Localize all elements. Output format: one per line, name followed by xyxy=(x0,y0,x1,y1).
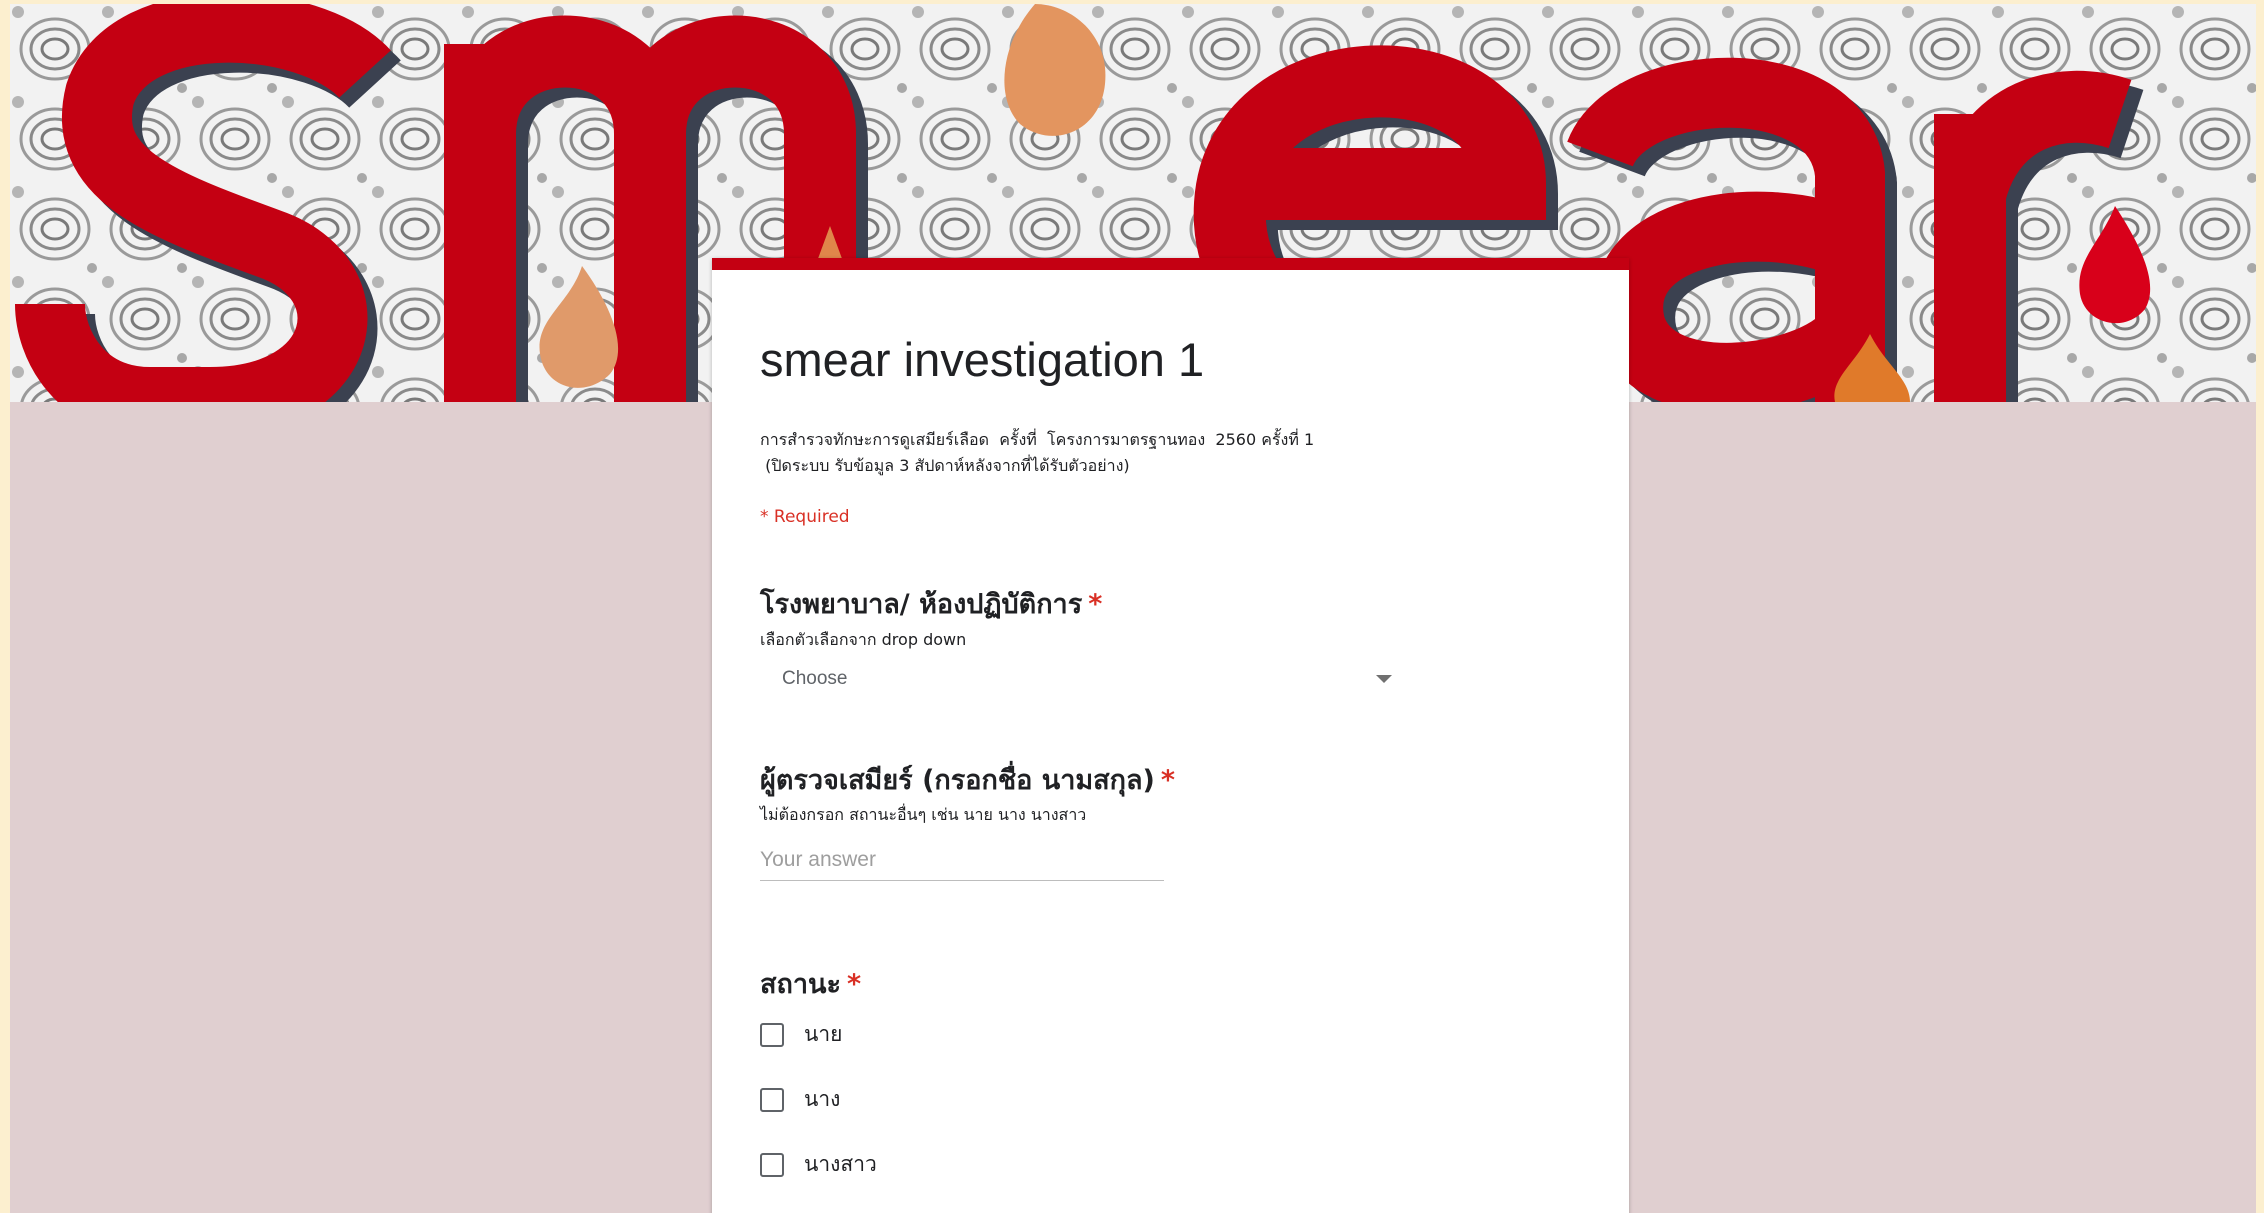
status-option-mrs[interactable]: นาง xyxy=(760,1083,840,1116)
form-card: smear investigation 1 การสำรวจทักษะการดู… xyxy=(712,258,1629,1213)
checkbox[interactable] xyxy=(760,1022,784,1047)
required-star: * xyxy=(846,969,862,1000)
form-description-line: (ปิดระบบ รับข้อมูล 3 สัปดาห์หลังจากที่ได… xyxy=(760,456,1130,475)
question-examiner-title: ผู้ตรวจเสมียร์ (กรอกชื่อ นามสกุล) * xyxy=(760,758,1175,801)
form-description: การสำรวจทักษะการดูเสมียร์เลือด ครั้งที่ … xyxy=(760,427,1314,479)
required-star: * xyxy=(1160,765,1176,796)
option-label: นางสาว xyxy=(804,1152,877,1176)
hospital-dropdown[interactable]: Choose xyxy=(760,657,1420,701)
page-background: smear investigation 1 การสำรวจทักษะการดู… xyxy=(10,4,2256,1213)
question-title-text: ผู้ตรวจเสมียร์ (กรอกชื่อ นามสกุล) xyxy=(760,765,1155,796)
status-option-miss[interactable]: นางสาว xyxy=(760,1148,877,1181)
status-option-mr[interactable]: นาย xyxy=(760,1018,842,1051)
dropdown-selected-label: Choose xyxy=(782,668,848,689)
form-title: smear investigation 1 xyxy=(760,333,1205,386)
required-star: * xyxy=(1088,589,1103,620)
question-status-title: สถานะ * xyxy=(760,962,861,1005)
question-hospital-help: เลือกตัวเลือกจาก drop down xyxy=(760,630,967,649)
checkbox[interactable] xyxy=(760,1152,784,1177)
examiner-name-input[interactable] xyxy=(760,840,1164,881)
dropdown-arrow-icon xyxy=(1376,675,1392,683)
form-description-line: การสำรวจทักษะการดูเสมียร์เลือด ครั้งที่ … xyxy=(760,430,1315,449)
option-label: นาย xyxy=(804,1022,843,1046)
checkbox[interactable] xyxy=(760,1087,784,1112)
question-hospital-title: โรงพยาบาล/ ห้องปฏิบัติการ * xyxy=(760,582,1102,625)
question-title-text: สถานะ xyxy=(760,969,841,1000)
required-note: * Required xyxy=(760,507,850,527)
question-examiner-help: ไม่ต้องกรอก สถานะอื่นๆ เช่น นาย นาง นางส… xyxy=(760,805,1087,824)
question-title-text: โรงพยาบาล/ ห้องปฏิบัติการ xyxy=(760,589,1083,620)
option-label: นาง xyxy=(804,1087,841,1111)
